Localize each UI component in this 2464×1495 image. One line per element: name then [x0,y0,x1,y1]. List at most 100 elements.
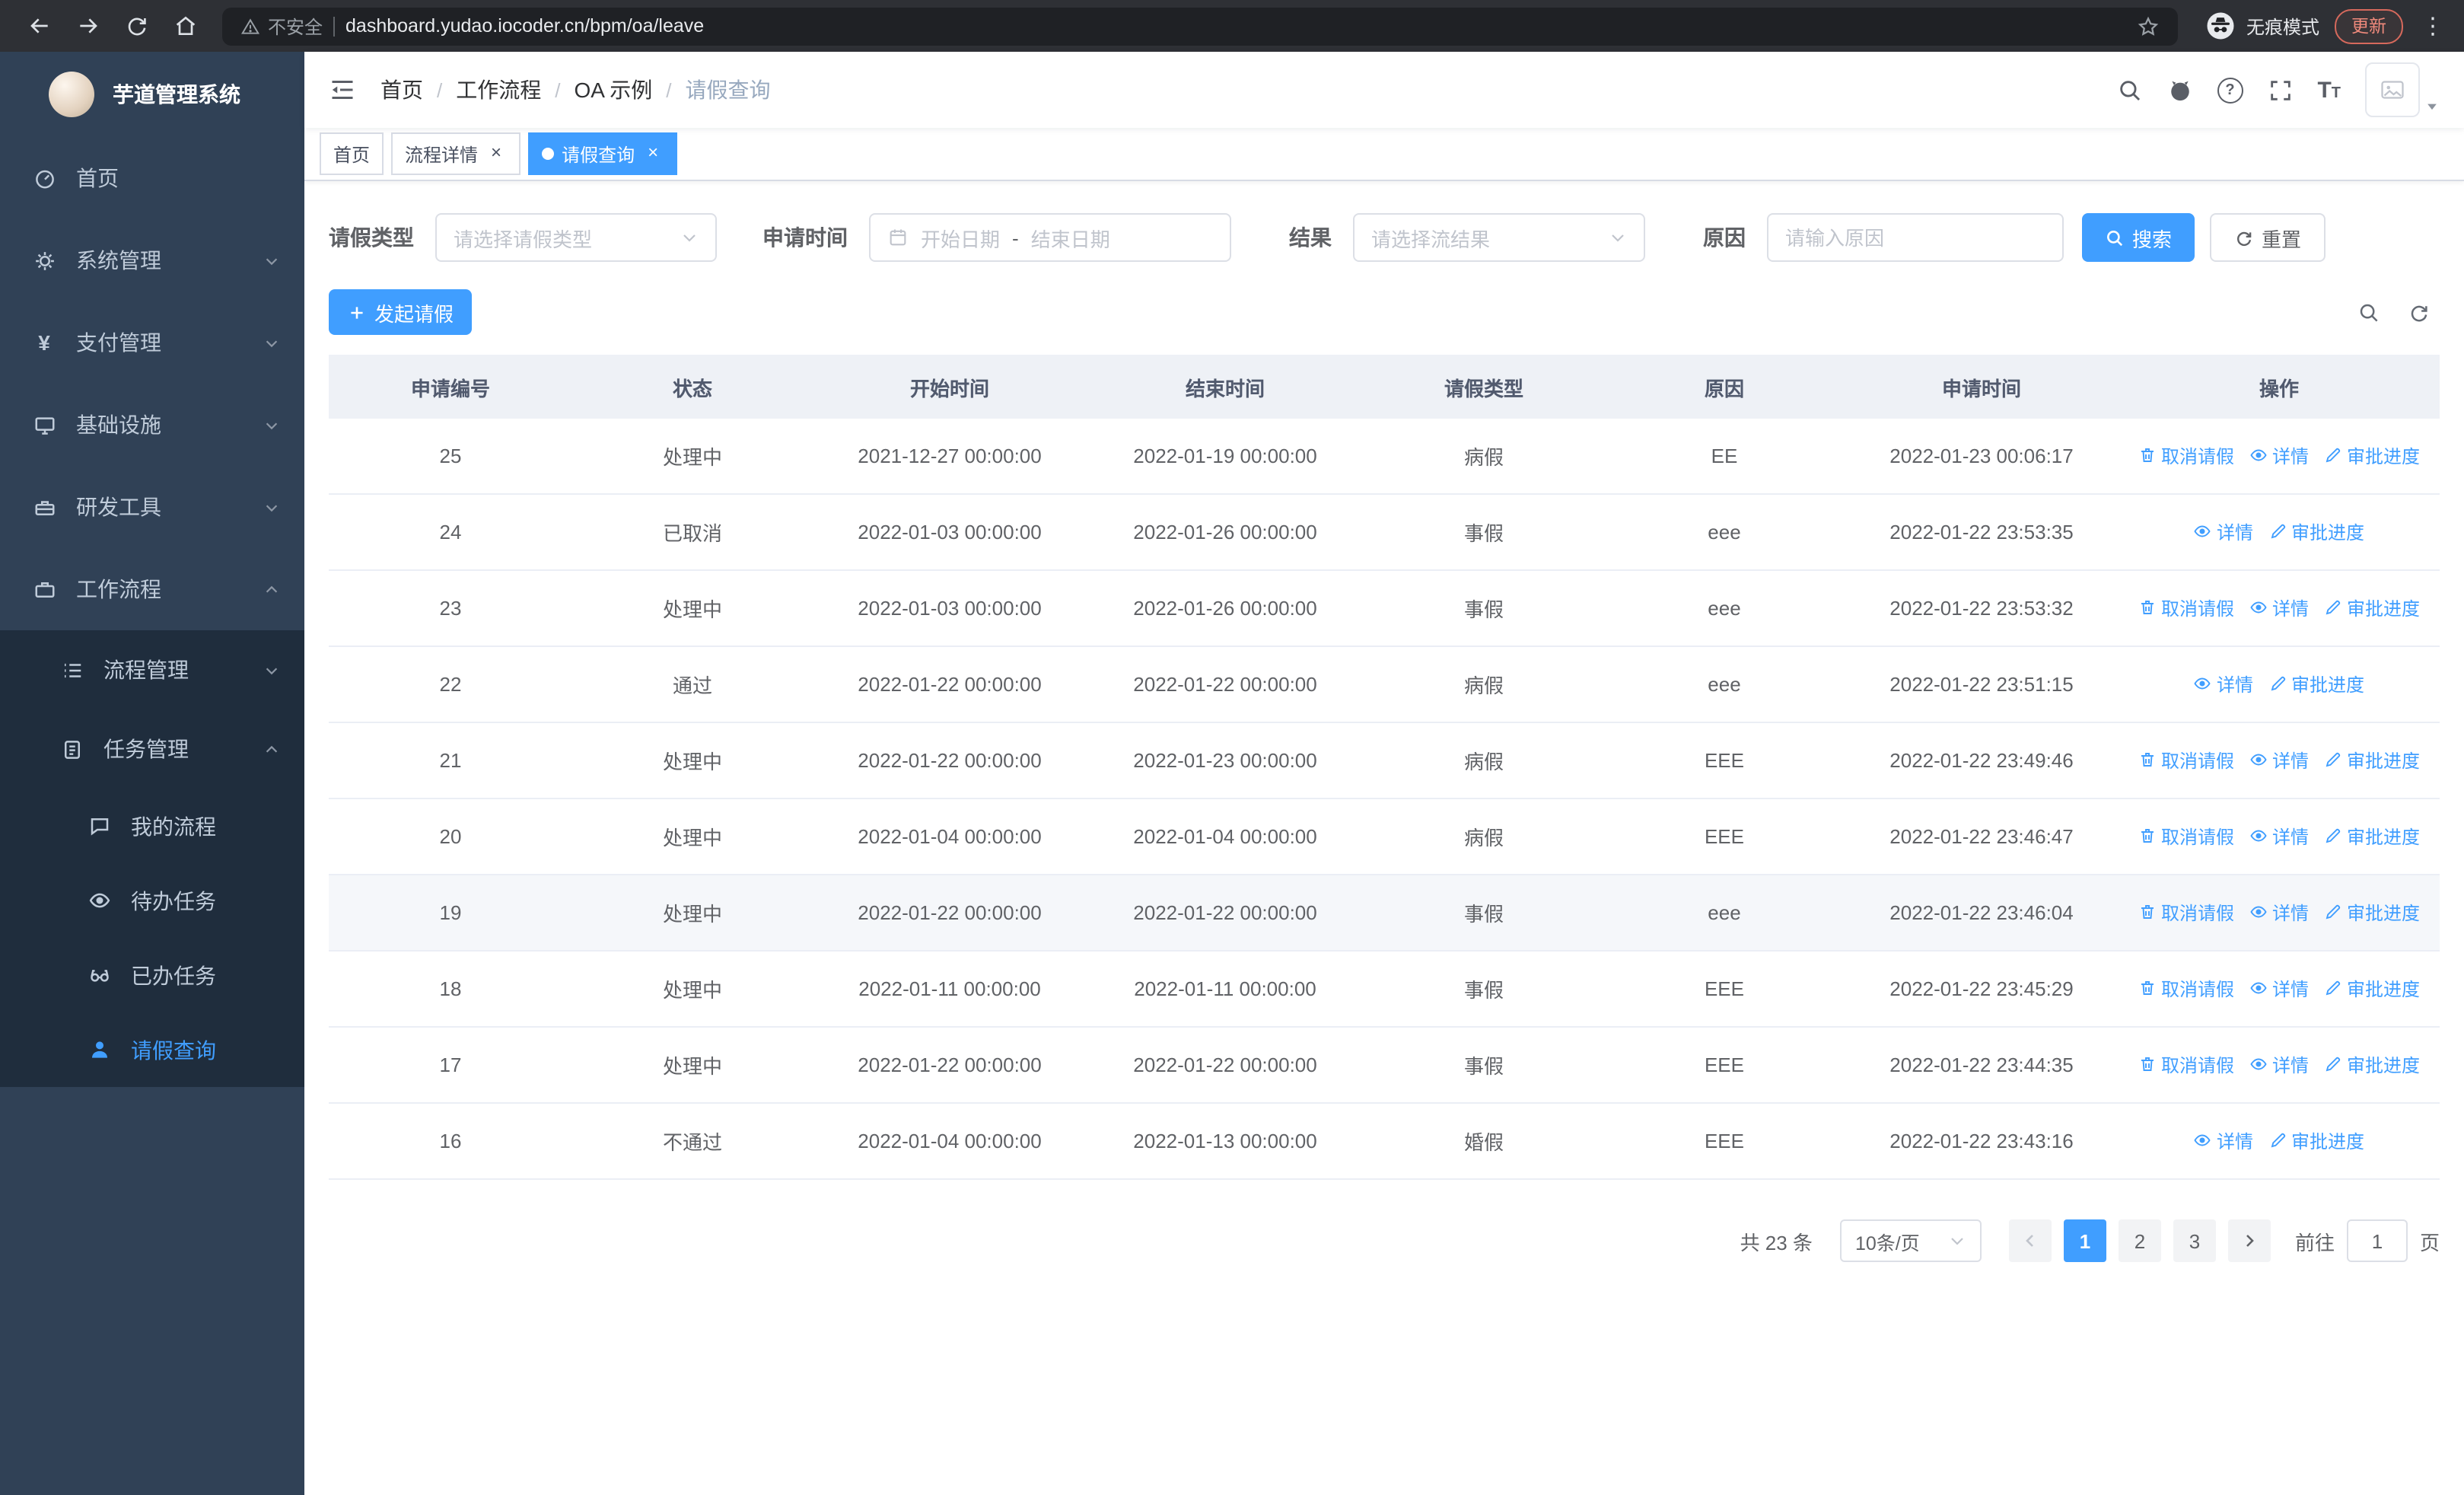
action-cancel-link[interactable]: 取消请假 [2138,976,2234,1002]
sidebar-item-home[interactable]: 首页 [0,137,304,219]
action-cancel-link[interactable]: 取消请假 [2138,443,2234,469]
cell-end-time: 2022-01-26 00:00:00 [1087,570,1364,647]
action-progress-link[interactable]: 审批进度 [2268,671,2364,697]
tab-process-detail[interactable]: 流程详情 × [391,132,521,175]
table-row[interactable]: 23 处理中 2022-01-03 00:00:00 2022-01-26 00… [329,570,2440,647]
create-leave-button[interactable]: 发起请假 [329,289,473,335]
date-range-picker[interactable]: 开始日期 - 结束日期 [869,213,1231,262]
address-bar[interactable]: 不安全 dashboard.yudao.iocoder.cn/bpm/oa/le… [222,7,2178,45]
refresh-icon[interactable] [2408,301,2431,324]
action-detail-link[interactable]: 详情 [2194,671,2253,697]
table-row[interactable]: 24 已取消 2022-01-03 00:00:00 2022-01-26 00… [329,494,2440,571]
cell-id: 19 [329,875,572,952]
back-button[interactable] [20,6,59,46]
table-row[interactable]: 22 通过 2022-01-22 00:00:00 2022-01-22 00:… [329,646,2440,723]
action-detail-link[interactable]: 详情 [2194,1128,2253,1154]
table-row[interactable]: 19 处理中 2022-01-22 00:00:00 2022-01-22 00… [329,875,2440,952]
action-detail-link[interactable]: 详情 [2249,900,2309,926]
action-progress-link[interactable]: 审批进度 [2268,519,2364,545]
security-indicator[interactable]: 不安全 [240,13,323,39]
action-detail-link[interactable]: 详情 [2249,1052,2309,1078]
sidebar-item-label: 系统管理 [76,248,161,273]
sidebar-item-task-mgmt[interactable]: 任务管理 [0,709,304,789]
action-cancel-link[interactable]: 取消请假 [2138,824,2234,850]
action-progress-link[interactable]: 审批进度 [2268,1128,2364,1154]
page-button-1[interactable]: 1 [2063,1219,2106,1262]
sidebar-item-dev-tools[interactable]: 研发工具 [0,466,304,548]
help-icon[interactable]: ? [2217,77,2243,103]
github-icon[interactable] [2166,77,2192,103]
leave-type-select[interactable]: 请选择请假类型 [435,213,717,262]
browser-update-button[interactable]: 更新 [2335,8,2403,43]
action-progress-link[interactable]: 审批进度 [2324,900,2420,926]
tab-leave-query[interactable]: 请假查询 × [528,132,678,175]
home-button[interactable] [166,6,205,46]
breadcrumb-item[interactable]: 首页 [380,75,423,105]
sidebar-item-done-tasks[interactable]: 已办任务 [0,938,304,1012]
action-progress-link[interactable]: 审批进度 [2324,443,2420,469]
sidebar-item-payment-mgmt[interactable]: ¥ 支付管理 [0,301,304,384]
sidebar-item-infrastructure[interactable]: 基础设施 [0,384,304,466]
page-size-select[interactable]: 10条/页 [1839,1219,1982,1262]
action-progress-link[interactable]: 审批进度 [2324,824,2420,850]
sidebar-item-system-mgmt[interactable]: 系统管理 [0,219,304,301]
sidebar-item-my-process[interactable]: 我的流程 [0,789,304,863]
sidebar-item-process-mgmt[interactable]: 流程管理 [0,630,304,709]
action-progress-link[interactable]: 审批进度 [2324,976,2420,1002]
action-cancel-link[interactable]: 取消请假 [2138,1052,2234,1078]
action-cancel-link[interactable]: 取消请假 [2138,748,2234,773]
table-row[interactable]: 21 处理中 2022-01-22 00:00:00 2022-01-23 00… [329,722,2440,799]
browser-menu-icon[interactable]: ⋮ [2421,12,2444,40]
tab-home[interactable]: 首页 [320,132,384,175]
action-detail-link[interactable]: 详情 [2249,824,2309,850]
action-progress-link[interactable]: 审批进度 [2324,748,2420,773]
gear-icon [32,249,56,272]
search-toggle-icon[interactable] [2357,301,2380,324]
result-select[interactable]: 请选择流结果 [1353,213,1645,262]
cell-status: 已取消 [572,494,813,571]
action-cancel-link[interactable]: 取消请假 [2138,900,2234,926]
table-row[interactable]: 25 处理中 2021-12-27 00:00:00 2022-01-19 00… [329,419,2440,495]
logo[interactable]: 芋道管理系统 [0,52,304,137]
search-button[interactable]: 搜索 [2082,213,2195,262]
breadcrumb-item[interactable]: 工作流程 [456,75,541,105]
action-cancel-link[interactable]: 取消请假 [2138,595,2234,621]
cell-id: 17 [329,1027,572,1104]
sidebar-item-todo-tasks[interactable]: 待办任务 [0,863,304,938]
table-row[interactable]: 18 处理中 2022-01-11 00:00:00 2022-01-11 00… [329,951,2440,1028]
page-button-3[interactable]: 3 [2173,1219,2216,1262]
action-progress-link[interactable]: 审批进度 [2324,1052,2420,1078]
leave-table-body: 25 处理中 2021-12-27 00:00:00 2022-01-19 00… [329,419,2440,1180]
close-icon[interactable]: × [485,142,507,164]
reason-input[interactable] [1767,213,2064,262]
reset-button[interactable]: 重置 [2210,213,2326,262]
prev-page-button[interactable] [2008,1219,2052,1262]
user-menu[interactable] [2365,62,2440,117]
table-row[interactable]: 17 处理中 2022-01-22 00:00:00 2022-01-22 00… [329,1027,2440,1104]
yen-icon: ¥ [38,330,50,355]
cell-leave-type: 事假 [1364,951,1604,1028]
action-detail-link[interactable]: 详情 [2249,443,2309,469]
sidebar-item-workflow[interactable]: 工作流程 [0,548,304,630]
search-icon[interactable] [2116,77,2142,103]
sidebar-item-leave-query[interactable]: 请假查询 [0,1012,304,1087]
page-button-2[interactable]: 2 [2118,1219,2161,1262]
action-detail-link[interactable]: 详情 [2249,976,2309,1002]
forward-button[interactable] [68,6,108,46]
next-page-button[interactable] [2227,1219,2271,1262]
action-progress-link[interactable]: 审批进度 [2324,595,2420,621]
fullscreen-icon[interactable] [2267,77,2293,103]
breadcrumb-item[interactable]: OA 示例 [575,75,653,105]
goto-page-input[interactable] [2346,1219,2408,1262]
table-row[interactable]: 20 处理中 2022-01-04 00:00:00 2022-01-04 00… [329,799,2440,875]
close-icon[interactable]: × [642,142,664,164]
action-detail-link[interactable]: 详情 [2249,595,2309,621]
reload-button[interactable] [117,6,157,46]
action-detail-link[interactable]: 详情 [2194,519,2253,545]
font-size-icon[interactable]: TT [2317,78,2341,101]
table-utils [2357,301,2440,324]
bookmark-star-icon[interactable] [2137,14,2160,37]
table-row[interactable]: 16 不通过 2022-01-04 00:00:00 2022-01-13 00… [329,1103,2440,1180]
action-detail-link[interactable]: 详情 [2249,748,2309,773]
hamburger-icon[interactable] [329,76,356,104]
